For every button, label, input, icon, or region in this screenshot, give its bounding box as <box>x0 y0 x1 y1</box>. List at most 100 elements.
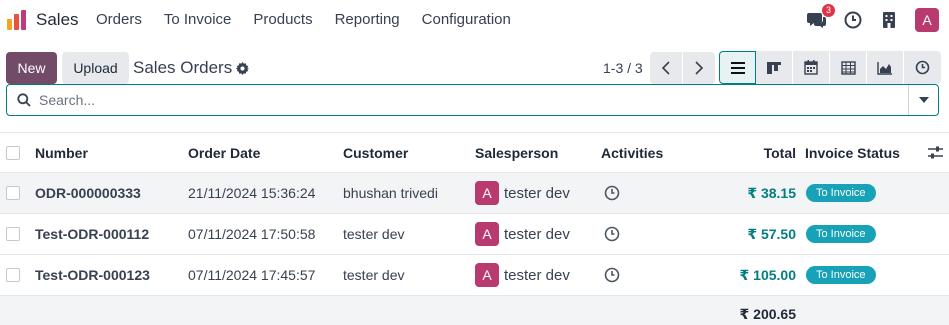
avatar[interactable]: A <box>475 181 499 205</box>
search-bar <box>6 84 939 116</box>
row-select-cell <box>6 255 20 295</box>
view-switcher <box>719 51 941 84</box>
messages-button[interactable]: 3 <box>803 4 835 34</box>
activity-cell <box>604 255 620 295</box>
pager-previous-button[interactable] <box>650 52 682 84</box>
main-menu: Orders To Invoice Products Reporting Con… <box>96 11 533 28</box>
clock-icon <box>915 60 930 75</box>
chevron-right-icon <box>695 61 704 75</box>
column-header-total[interactable]: Total <box>764 133 796 172</box>
column-header-number[interactable]: Number <box>35 133 88 172</box>
search-icon <box>17 93 31 107</box>
customer-name: tester dev <box>343 267 405 283</box>
salesperson-name: tester dev <box>504 184 570 202</box>
status-badge: To Invoice <box>806 184 876 202</box>
top-navbar: Sales Orders To Invoice Products Reporti… <box>0 0 949 40</box>
row-checkbox[interactable] <box>6 186 20 200</box>
new-button[interactable]: New <box>6 52 57 84</box>
order-total: ₹ 57.50 <box>747 214 796 254</box>
view-kanban-button[interactable] <box>756 51 793 84</box>
menu-configuration[interactable]: Configuration <box>422 11 511 28</box>
status-badge: To Invoice <box>806 266 876 284</box>
clock-icon[interactable] <box>604 226 620 242</box>
column-header-customer[interactable]: Customer <box>343 133 408 172</box>
table-row[interactable]: ODR-000000333 21/11/2024 15:36:24 bhusha… <box>0 173 949 214</box>
menu-reporting[interactable]: Reporting <box>335 11 400 28</box>
menu-to-invoice[interactable]: To Invoice <box>164 11 232 28</box>
upload-button[interactable]: Upload <box>62 52 129 84</box>
avatar[interactable]: A <box>475 263 499 287</box>
breadcrumb: Sales Orders <box>133 58 250 78</box>
building-icon <box>883 12 895 28</box>
invoice-status-cell: To Invoice <box>806 173 876 213</box>
sliders-icon <box>928 146 943 159</box>
order-date: 21/11/2024 15:36:24 <box>188 185 316 201</box>
search-options-toggle[interactable] <box>908 85 938 115</box>
invoice-status-cell: To Invoice <box>806 214 876 254</box>
list-icon <box>730 61 745 74</box>
activities-button[interactable] <box>839 6 867 34</box>
gear-icon[interactable] <box>236 61 250 75</box>
activity-cell <box>604 173 620 213</box>
select-all-checkbox[interactable] <box>6 145 20 160</box>
menu-orders[interactable]: Orders <box>96 11 142 28</box>
order-total: ₹ 105.00 <box>740 255 796 295</box>
table-row[interactable]: Test-ODR-000112 07/11/2024 17:50:58 test… <box>0 214 949 255</box>
column-header-salesperson[interactable]: Salesperson <box>475 133 558 172</box>
pivot-table-icon <box>840 60 856 75</box>
company-button[interactable] <box>875 6 903 34</box>
salesperson-cell: A tester dev <box>475 214 570 254</box>
salesperson-name: tester dev <box>504 266 570 284</box>
area-chart-icon <box>877 61 892 75</box>
status-badge: To Invoice <box>806 225 876 243</box>
pager-value[interactable]: 1-3 / 3 <box>603 60 643 76</box>
pager-next-button[interactable] <box>683 52 715 84</box>
order-total-value: ₹ 57.50 <box>747 225 796 242</box>
view-calendar-button[interactable] <box>793 51 830 84</box>
clock-icon[interactable] <box>604 267 620 283</box>
sales-orders-table: Number Order Date Customer Salesperson A… <box>0 132 949 325</box>
chevron-left-icon <box>661 61 670 75</box>
order-date: 07/11/2024 17:45:57 <box>188 267 316 283</box>
row-checkbox[interactable] <box>6 268 20 282</box>
view-pivot-button[interactable] <box>830 51 867 84</box>
salesperson-cell: A tester dev <box>475 255 570 295</box>
grand-total: ₹ 200.65 <box>739 306 796 322</box>
column-header-invoice-status[interactable]: Invoice Status <box>805 133 900 172</box>
messages-count-badge: 3 <box>821 4 835 17</box>
sales-app-icon[interactable] <box>6 9 28 31</box>
customer-name: bhushan trivedi <box>343 185 438 201</box>
calendar-icon <box>804 60 818 75</box>
view-activity-button[interactable] <box>904 51 941 84</box>
kanban-icon <box>767 61 781 74</box>
row-select-cell <box>6 214 20 254</box>
order-number: ODR-000000333 <box>35 185 141 201</box>
select-all-cell <box>6 133 20 172</box>
customer-name: tester dev <box>343 226 405 242</box>
order-total-value: ₹ 38.15 <box>747 184 796 201</box>
table-footer: ₹ 200.65 <box>0 296 949 325</box>
optional-columns-toggle[interactable] <box>928 133 943 172</box>
order-total-value: ₹ 105.00 <box>739 266 796 283</box>
menu-products[interactable]: Products <box>253 11 312 28</box>
order-date: 07/11/2024 17:50:58 <box>188 226 316 242</box>
order-number: Test-ODR-000112 <box>35 226 150 242</box>
row-checkbox[interactable] <box>6 227 20 241</box>
invoice-status-cell: To Invoice <box>806 255 876 295</box>
row-select-cell <box>6 173 20 213</box>
app-brand[interactable]: Sales <box>36 10 79 30</box>
order-total: ₹ 38.15 <box>747 173 796 213</box>
clock-icon[interactable] <box>604 185 620 201</box>
avatar[interactable]: A <box>475 222 499 246</box>
caret-down-icon <box>918 97 929 103</box>
column-header-activities[interactable]: Activities <box>601 133 663 172</box>
clock-icon <box>844 11 862 29</box>
column-header-order-date[interactable]: Order Date <box>188 133 260 172</box>
table-row[interactable]: Test-ODR-000123 07/11/2024 17:45:57 test… <box>0 255 949 296</box>
view-list-button[interactable] <box>719 51 756 84</box>
salesperson-cell: A tester dev <box>475 173 570 213</box>
salesperson-name: tester dev <box>504 225 570 243</box>
user-avatar[interactable]: A <box>915 8 939 32</box>
search-input[interactable] <box>39 92 899 108</box>
view-graph-button[interactable] <box>867 51 904 84</box>
